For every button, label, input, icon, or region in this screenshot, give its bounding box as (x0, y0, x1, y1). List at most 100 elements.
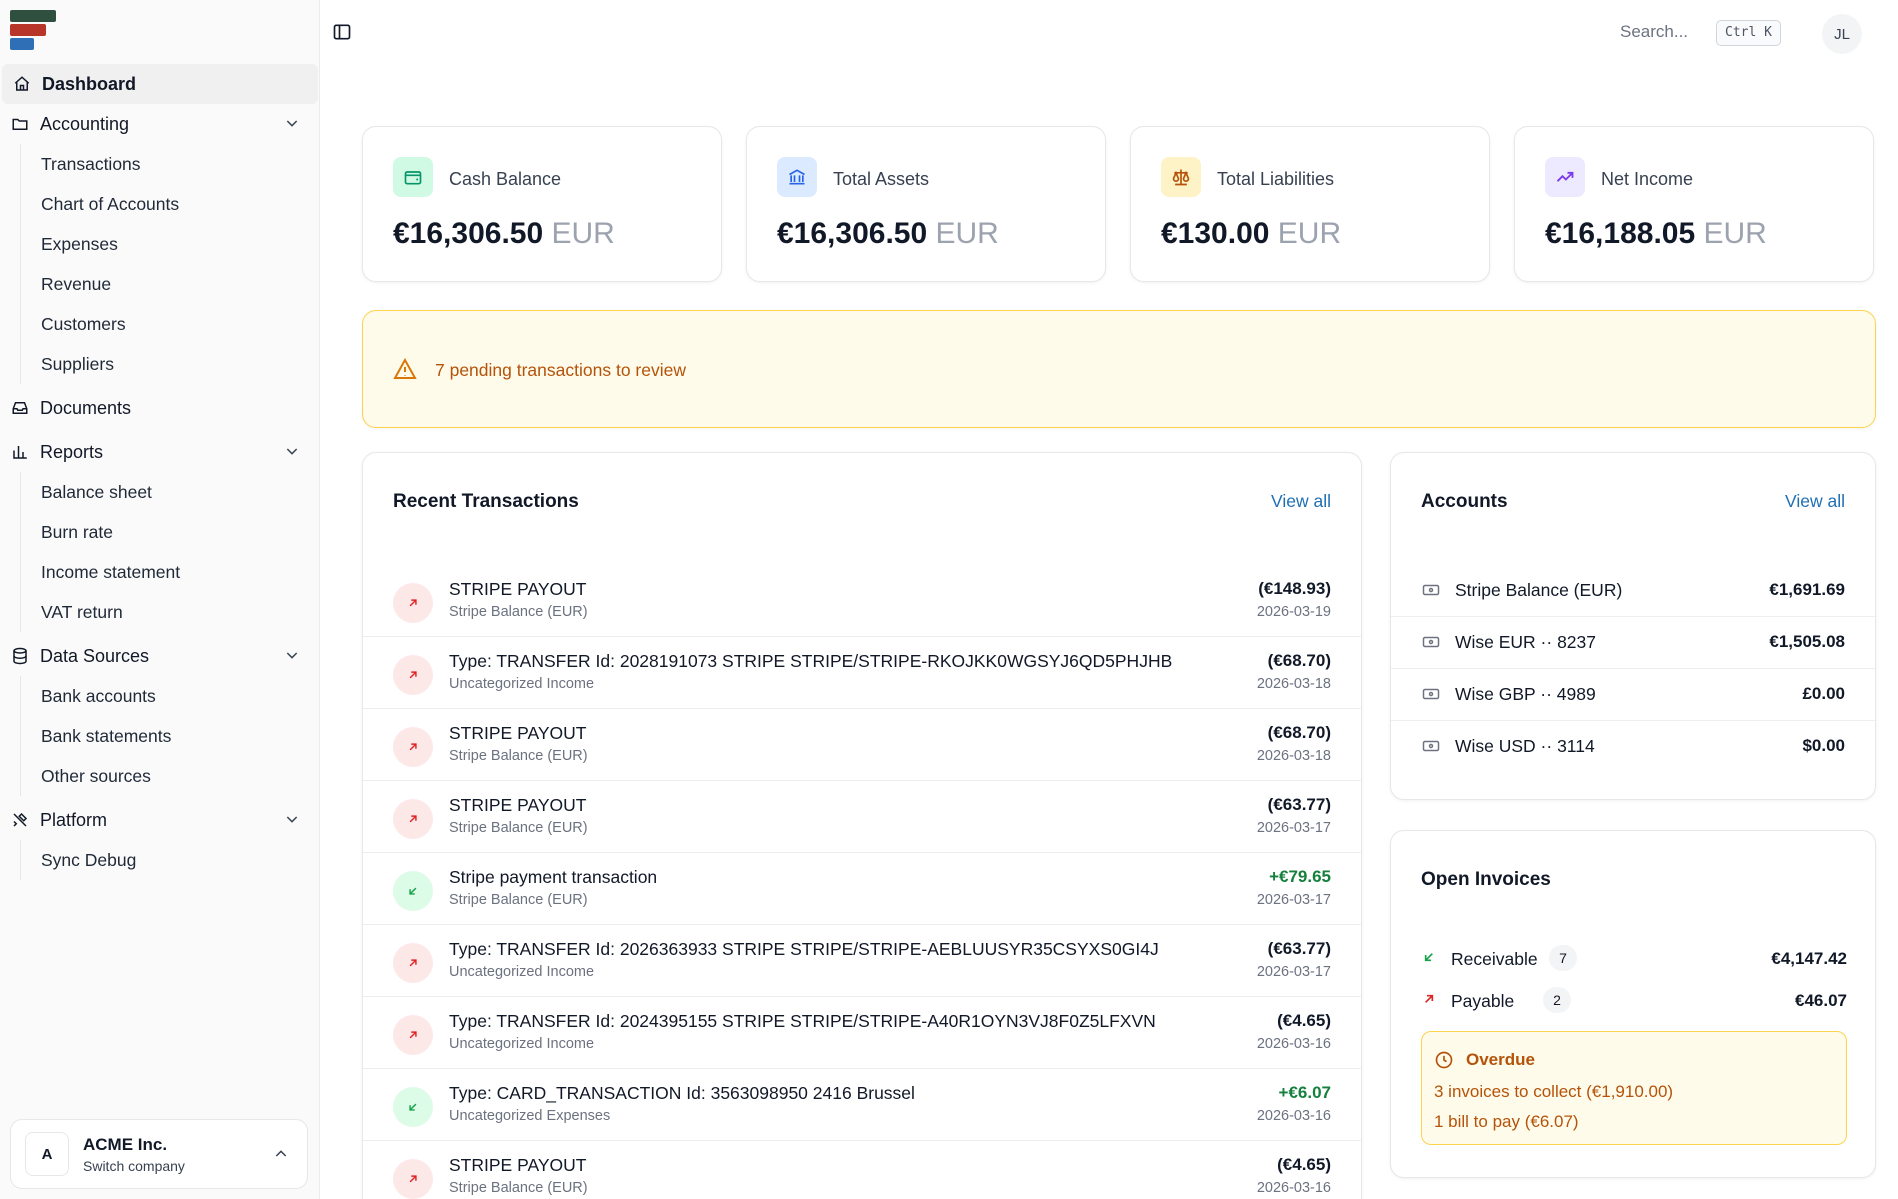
chevron-down-icon (284, 811, 300, 832)
company-switcher[interactable]: A ACME Inc. Switch company (10, 1119, 308, 1189)
transaction-title: STRIPE PAYOUT (449, 579, 587, 599)
transaction-amount: (€4.65) (1277, 1155, 1331, 1174)
list-item[interactable]: Wise EUR ·· 8237 €1,505.08 (1391, 617, 1875, 669)
search-input[interactable]: Search... (1620, 22, 1688, 42)
stat-value: €16,188.05 EUR (1545, 217, 1767, 250)
transaction-account: Stripe Balance (EUR) (449, 1180, 588, 1196)
transaction-title: Type: TRANSFER Id: 2024395155 STRIPE STR… (449, 1011, 1156, 1031)
transaction-date: 2026-03-17 (1256, 892, 1331, 908)
sidebar-item-income-statement[interactable]: Income statement (21, 552, 320, 592)
transaction-date: 2026-03-16 (1256, 1180, 1331, 1196)
platform-submenu: Sync Debug (20, 840, 320, 880)
panel-title: Recent Transactions (393, 491, 579, 512)
payable-label: Payable (1451, 991, 1515, 1011)
transaction-account: Stripe Balance (EUR) (449, 892, 588, 908)
transaction-account: Stripe Balance (EUR) (449, 748, 588, 764)
sidebar-item-bank-statements[interactable]: Bank statements (21, 716, 320, 756)
account-balance: £0.00 (1802, 684, 1845, 703)
table-row[interactable]: STRIPE PAYOUT Stripe Balance (EUR) (€4.6… (363, 1141, 1361, 1199)
arrow-down-left-icon (393, 871, 433, 911)
table-row[interactable]: Stripe payment transaction Stripe Balanc… (363, 853, 1361, 925)
banknote-icon (1421, 633, 1441, 656)
table-row[interactable]: Type: CARD_TRANSACTION Id: 3563098950 24… (363, 1069, 1361, 1141)
overdue-box[interactable]: Overdue 3 invoices to collect (€1,910.00… (1421, 1031, 1847, 1145)
sidebar-item-balance-sheet[interactable]: Balance sheet (21, 472, 320, 512)
transaction-title: STRIPE PAYOUT (449, 723, 587, 743)
brand-logo[interactable] (10, 10, 56, 54)
table-row[interactable]: Type: TRANSFER Id: 2028191073 STRIPE STR… (363, 637, 1361, 709)
stat-card-net-income[interactable]: Net Income €16,188.05 EUR (1514, 126, 1874, 282)
sidebar-item-expenses[interactable]: Expenses (21, 224, 320, 264)
chevron-down-icon (284, 647, 300, 668)
table-row[interactable]: STRIPE PAYOUT Stripe Balance (EUR) (€148… (363, 565, 1361, 637)
stat-card-total-assets[interactable]: Total Assets €16,306.50 EUR (746, 126, 1106, 282)
sidebar-item-dashboard[interactable]: Dashboard (2, 64, 318, 104)
list-item[interactable]: Wise USD ·· 3114 $0.00 (1391, 721, 1875, 773)
transaction-title: STRIPE PAYOUT (449, 1155, 587, 1175)
receivable-count-badge: 7 (1549, 945, 1577, 971)
transaction-title: STRIPE PAYOUT (449, 795, 587, 815)
arrow-up-right-icon (393, 1159, 433, 1199)
open-invoices-panel: Open Invoices Receivable 7 €4,147.42 Pay… (1390, 830, 1876, 1178)
arrow-down-left-icon (393, 1087, 433, 1127)
list-item[interactable]: Stripe Balance (EUR) €1,691.69 (1391, 565, 1875, 617)
sidebar-item-vat-return[interactable]: VAT return (21, 592, 320, 632)
transaction-account: Stripe Balance (EUR) (449, 820, 588, 836)
panel-title: Accounts (1421, 491, 1508, 512)
receivable-row[interactable]: Receivable 7 €4,147.42 (1421, 943, 1847, 975)
table-row[interactable]: STRIPE PAYOUT Stripe Balance (EUR) (€68.… (363, 709, 1361, 781)
sidebar-item-customers[interactable]: Customers (21, 304, 320, 344)
transaction-date: 2026-03-19 (1256, 604, 1331, 620)
stat-card-cash-balance[interactable]: Cash Balance €16,306.50 EUR (362, 126, 722, 282)
user-avatar[interactable]: JL (1822, 14, 1862, 54)
bank-icon (777, 157, 817, 197)
transaction-account: Uncategorized Income (449, 1036, 595, 1052)
sidebar-item-label: Reports (40, 441, 104, 462)
arrow-up-right-icon (393, 1015, 433, 1055)
view-all-transactions-link[interactable]: View all (1271, 491, 1331, 512)
account-balance: €1,691.69 (1769, 580, 1845, 599)
sidebar-toggle-icon[interactable] (332, 22, 352, 47)
sidebar-item-platform[interactable]: Platform (0, 800, 320, 840)
stat-value: €130.00 EUR (1161, 217, 1342, 250)
sidebar-item-accounting[interactable]: Accounting (0, 104, 320, 144)
stat-card-total-liabilities[interactable]: Total Liabilities €130.00 EUR (1130, 126, 1490, 282)
transaction-title: Type: CARD_TRANSACTION Id: 3563098950 24… (449, 1083, 915, 1103)
payable-row[interactable]: Payable 2 €46.07 (1421, 985, 1847, 1017)
transaction-date: 2026-03-16 (1256, 1108, 1331, 1124)
table-row[interactable]: STRIPE PAYOUT Stripe Balance (EUR) (€63.… (363, 781, 1361, 853)
transaction-date: 2026-03-18 (1256, 676, 1331, 692)
sidebar-item-revenue[interactable]: Revenue (21, 264, 320, 304)
table-row[interactable]: Type: TRANSFER Id: 2026363933 STRIPE STR… (363, 925, 1361, 997)
stat-label: Total Liabilities (1217, 169, 1335, 189)
view-all-accounts-link[interactable]: View all (1785, 491, 1845, 512)
sidebar-item-other-sources[interactable]: Other sources (21, 756, 320, 796)
sidebar-item-reports[interactable]: Reports (0, 432, 320, 472)
sidebar-item-sync-debug[interactable]: Sync Debug (21, 840, 320, 880)
database-icon (10, 646, 30, 666)
pending-transactions-alert[interactable]: 7 pending transactions to review (362, 310, 1876, 428)
sidebar-item-data-sources[interactable]: Data Sources (0, 636, 320, 676)
accounts-list: Stripe Balance (EUR) €1,691.69 Wise EUR … (1391, 565, 1875, 773)
sidebar-item-bank-accounts[interactable]: Bank accounts (21, 676, 320, 716)
clock-icon (1434, 1050, 1454, 1075)
payable-count-badge: 2 (1543, 987, 1571, 1013)
transaction-amount: (€63.77) (1267, 795, 1331, 814)
sidebar-item-chart-of-accounts[interactable]: Chart of Accounts (21, 184, 320, 224)
sidebar-item-suppliers[interactable]: Suppliers (21, 344, 320, 384)
sidebar-item-documents[interactable]: Documents (0, 388, 320, 428)
overdue-pay-text: 1 bill to pay (€6.07) (1434, 1112, 1579, 1131)
list-item[interactable]: Wise GBP ·· 4989 £0.00 (1391, 669, 1875, 721)
transaction-title: Stripe payment transaction (449, 867, 658, 887)
transaction-account: Uncategorized Income (449, 964, 595, 980)
sidebar-item-burn-rate[interactable]: Burn rate (21, 512, 320, 552)
table-row[interactable]: Type: TRANSFER Id: 2024395155 STRIPE STR… (363, 997, 1361, 1069)
transaction-amount: (€4.65) (1277, 1011, 1331, 1030)
company-avatar: A (25, 1132, 69, 1176)
arrow-down-left-icon (1421, 949, 1437, 970)
overdue-title: Overdue (1466, 1050, 1535, 1069)
transaction-amount: +€79.65 (1269, 867, 1331, 886)
sidebar-item-transactions[interactable]: Transactions (21, 144, 320, 184)
account-balance: $0.00 (1802, 736, 1845, 755)
sidebar-item-label: Platform (40, 809, 108, 830)
